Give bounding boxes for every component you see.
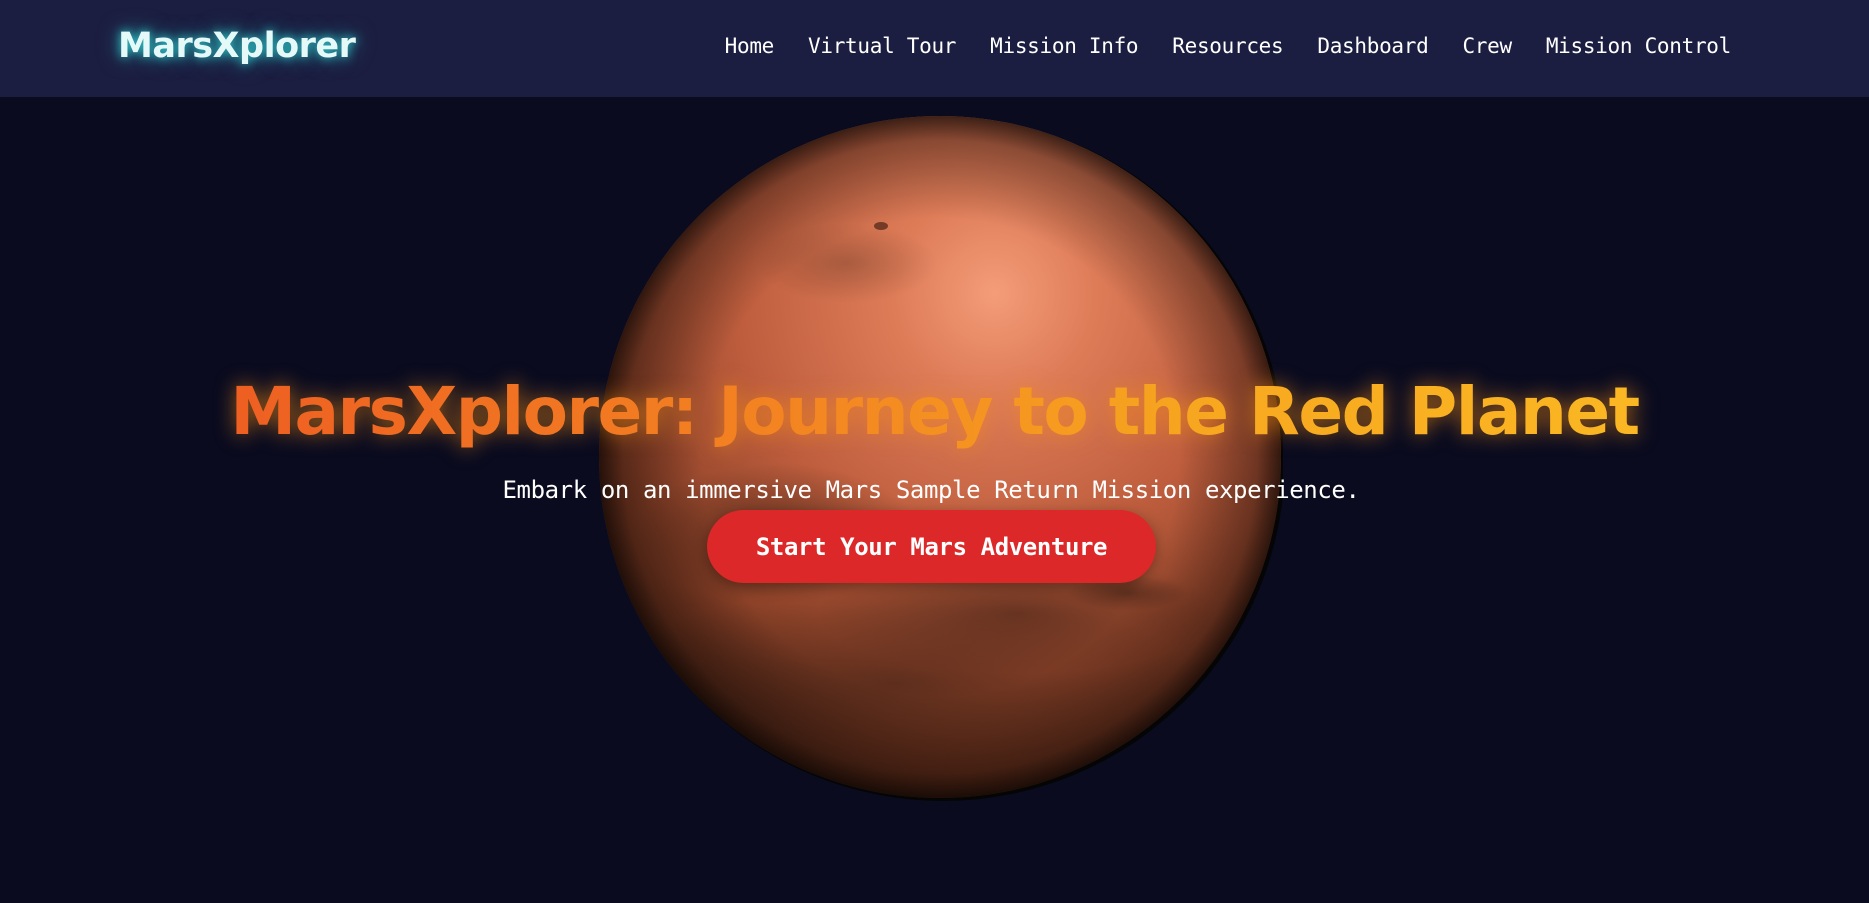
site-logo[interactable]: MarsXplorer — [118, 26, 356, 66]
hero-title-text: MarsXplorer: Journey to the Red Planet — [230, 373, 1640, 451]
nav-link-mission-control[interactable]: Mission Control — [1546, 34, 1731, 58]
nav-link-resources[interactable]: Resources — [1172, 34, 1283, 58]
nav-links: Home Virtual Tour Mission Info Resources… — [725, 34, 1732, 58]
nav-link-mission-info[interactable]: Mission Info — [990, 34, 1138, 58]
nav-link-dashboard[interactable]: Dashboard — [1317, 34, 1428, 58]
hero-subtitle: Embark on an immersive Mars Sample Retur… — [502, 476, 1360, 504]
hero-title: MarsXplorer: Journey to the Red Planet — [0, 379, 1869, 445]
top-navbar: MarsXplorer Home Virtual Tour Mission In… — [0, 0, 1869, 97]
nav-link-virtual-tour[interactable]: Virtual Tour — [808, 34, 956, 58]
start-adventure-button[interactable]: Start Your Mars Adventure — [707, 510, 1156, 583]
nav-link-home[interactable]: Home — [725, 34, 775, 58]
hero-section: MarsXplorer: Journey to the Red Planet E… — [0, 97, 1869, 903]
mars-planet-image — [597, 113, 1283, 801]
nav-link-crew[interactable]: Crew — [1462, 34, 1512, 58]
